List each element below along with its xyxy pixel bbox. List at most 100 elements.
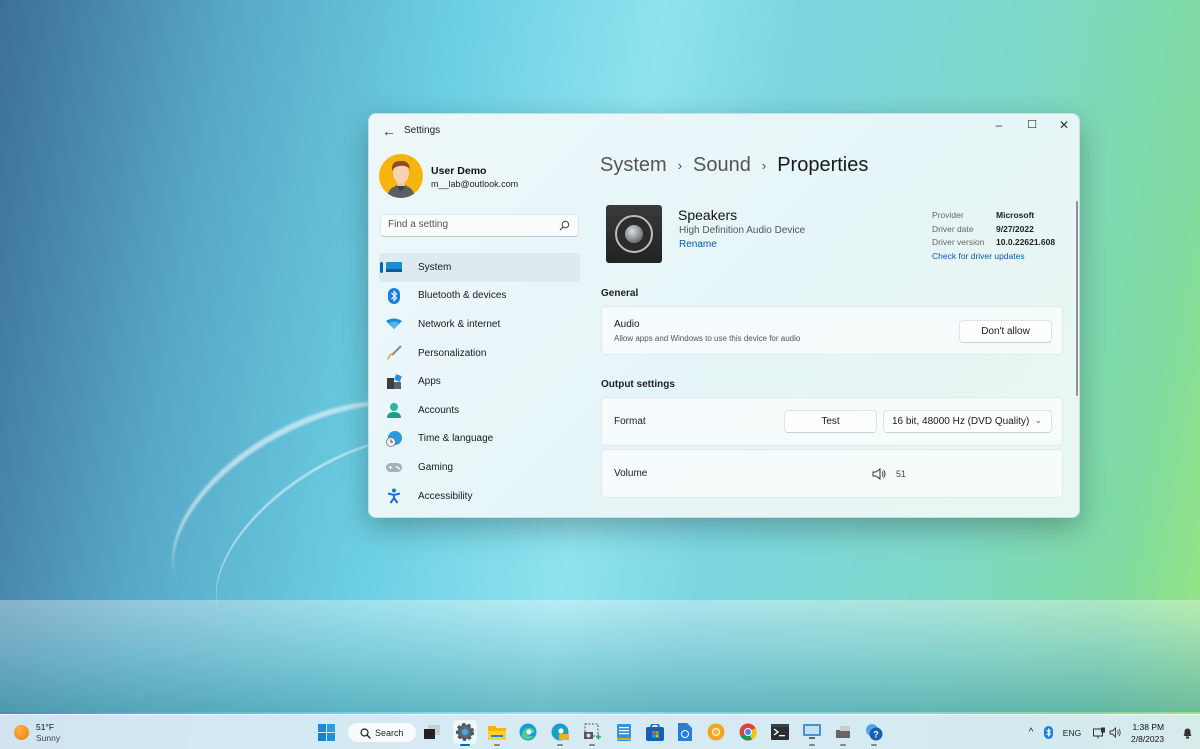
audio-subtitle: Allow apps and Windows to use this devic… — [614, 334, 801, 343]
microsoft-store-icon[interactable] — [643, 720, 667, 744]
volume-tray-icon[interactable] — [1108, 715, 1122, 749]
sidebar-item-label: Apps — [418, 376, 441, 388]
sidebar-item-label: Bluetooth & devices — [418, 290, 507, 302]
remote-desktop-icon[interactable] — [800, 720, 824, 746]
chevron-down-icon: ⌄ — [1034, 415, 1042, 425]
clock-time: 1:38 PM — [1132, 722, 1165, 732]
scrollbar[interactable] — [1076, 201, 1078, 396]
device-name: Speakers — [678, 207, 738, 223]
sidebar-item-personalization[interactable]: Personalization — [379, 339, 580, 368]
notepad-icon[interactable] — [612, 720, 636, 744]
back-button[interactable]: ← — [379, 122, 399, 140]
taskbar-search-label: Search — [375, 728, 404, 738]
rename-link[interactable]: Rename — [679, 239, 717, 250]
volume-label: Volume — [614, 468, 648, 479]
sidebar-item-bluetooth[interactable]: Bluetooth & devices — [379, 282, 580, 311]
svg-text:?: ? — [873, 730, 879, 740]
sidebar-item-accessibility[interactable]: Accessibility — [379, 482, 580, 511]
test-button[interactable]: Test — [784, 410, 877, 433]
show-hidden-icons-chevron-icon[interactable]: ^ — [1024, 715, 1038, 749]
wifi-icon — [386, 316, 402, 332]
wordpad-icon[interactable] — [673, 720, 697, 744]
search-box[interactable] — [380, 214, 579, 237]
format-card: Format Test 16 bit, 48000 Hz (DVD Qualit… — [601, 397, 1063, 446]
get-help-icon[interactable]: ? — [862, 720, 886, 746]
terminal-icon[interactable] — [768, 720, 792, 744]
system-icon — [386, 259, 402, 275]
sidebar-item-time-language[interactable]: Time & language — [379, 425, 580, 454]
device-description: High Definition Audio Device — [679, 225, 806, 236]
driver-version-value: 10.0.22621.608 — [996, 237, 1056, 247]
volume-card: Volume 51 — [601, 449, 1063, 498]
apps-icon — [386, 373, 402, 390]
breadcrumb-system[interactable]: System — [600, 154, 667, 177]
active-indicator — [380, 262, 383, 273]
task-view-icon[interactable] — [420, 720, 444, 744]
network-tray-icon[interactable] — [1092, 715, 1106, 749]
volume-value: 51 — [896, 469, 907, 479]
sidebar-item-network[interactable]: Network & internet — [379, 310, 580, 339]
search-icon — [360, 728, 371, 739]
minimize-button[interactable]: – — [982, 114, 1016, 138]
person-icon — [386, 402, 402, 419]
settings-window: ← Settings – ☐ ✕ User Demo m__lab@outloo… — [368, 113, 1080, 518]
sidebar-item-apps[interactable]: Apps — [379, 367, 580, 396]
dont-allow-button[interactable]: Don't allow — [959, 320, 1052, 343]
sidebar-item-system[interactable]: System — [379, 253, 580, 282]
snipping-tool-icon[interactable] — [580, 720, 604, 746]
user-email: m__lab@outlook.com — [431, 179, 519, 189]
format-label: Format — [614, 416, 646, 427]
output-settings-heading: Output settings — [601, 379, 675, 390]
network-tool-icon[interactable] — [831, 720, 855, 746]
sidebar-item-accounts[interactable]: Accounts — [379, 396, 580, 425]
avatar — [379, 154, 423, 198]
chrome-icon[interactable] — [736, 720, 760, 744]
start-icon[interactable] — [314, 720, 338, 744]
close-button[interactable]: ✕ — [1047, 114, 1079, 138]
driver-date-label: Driver date — [932, 223, 974, 234]
chrome-canary-icon[interactable] — [704, 720, 728, 744]
breadcrumb: System › Sound › Properties — [600, 154, 868, 177]
chevron-right-icon: › — [761, 158, 767, 173]
gamepad-icon — [386, 459, 402, 475]
taskbar: 51°F Sunny Search ? ^ ENG 1:38 PM 2/8/20… — [0, 714, 1200, 749]
bluetooth-tray-icon[interactable] — [1042, 715, 1054, 749]
general-heading: General — [601, 288, 639, 299]
format-selected: 16 bit, 48000 Hz (DVD Quality) — [892, 416, 1030, 427]
weather-condition: Sunny — [36, 733, 61, 743]
sun-icon — [14, 725, 29, 740]
driver-date-value: 9/27/2022 — [996, 223, 1034, 234]
taskbar-search[interactable]: Search — [347, 722, 417, 743]
audio-card: Audio Allow apps and Windows to use this… — [601, 306, 1063, 355]
format-dropdown[interactable]: 16 bit, 48000 Hz (DVD Quality) ⌄ — [883, 410, 1052, 433]
wallpaper-floor — [0, 600, 1200, 712]
sidebar-item-label: Personalization — [418, 347, 487, 359]
breadcrumb-sound[interactable]: Sound — [693, 154, 751, 177]
file-explorer-icon[interactable] — [485, 720, 509, 746]
edge-canary-icon[interactable] — [548, 720, 572, 746]
brush-icon — [386, 345, 402, 361]
window-title: Settings — [404, 125, 441, 136]
sidebar-item-label: Network & internet — [418, 318, 501, 330]
maximize-button[interactable]: ☐ — [1015, 114, 1049, 138]
sidebar-item-gaming[interactable]: Gaming — [379, 453, 580, 482]
user-name: User Demo — [431, 165, 487, 177]
language-indicator[interactable]: ENG — [1060, 715, 1084, 749]
edge-icon[interactable] — [516, 720, 540, 744]
clock[interactable]: 1:38 PM 2/8/2023 — [1131, 721, 1164, 745]
search-icon[interactable] — [559, 220, 570, 231]
page-title: Properties — [777, 154, 869, 176]
accessibility-icon — [386, 488, 402, 504]
notification-bell-icon[interactable] — [1180, 715, 1194, 749]
audio-title: Audio — [614, 319, 640, 330]
chevron-right-icon: › — [677, 158, 683, 173]
sidebar-item-label: System — [418, 261, 452, 273]
title-bar: ← Settings – ☐ ✕ — [369, 114, 1079, 148]
search-input[interactable] — [388, 219, 548, 230]
sidebar-item-label: Accounts — [418, 404, 460, 416]
weather-temp: 51°F — [36, 722, 55, 732]
speaker-volume-icon[interactable] — [872, 468, 886, 480]
provider-value: Microsoft — [996, 210, 1035, 220]
check-driver-updates-link[interactable]: Check for driver updates — [932, 250, 1025, 264]
settings-app-icon[interactable] — [453, 720, 477, 746]
